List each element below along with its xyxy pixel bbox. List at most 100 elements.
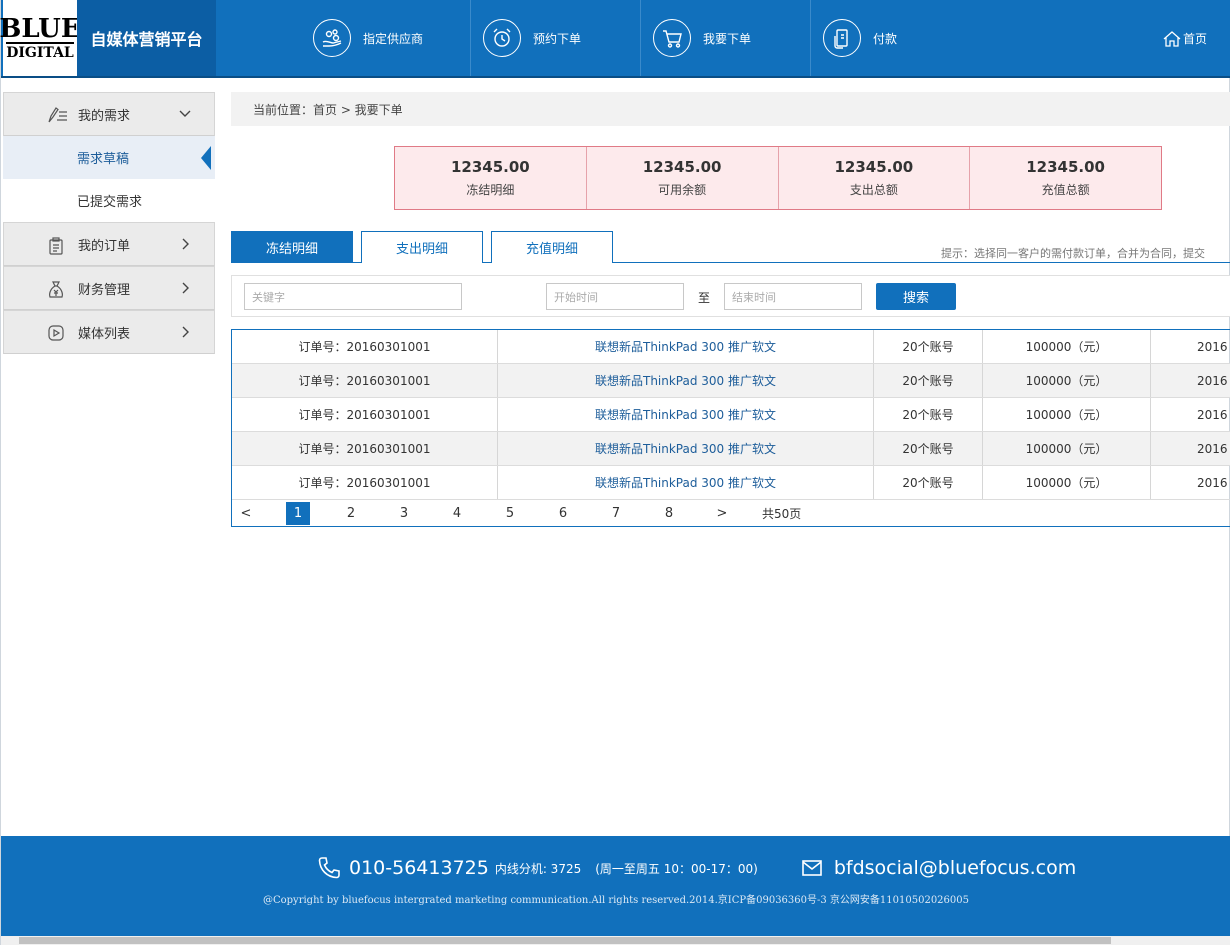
chevron-down-icon [179,110,191,117]
order-amount: 100000（元） [983,398,1151,431]
page-total: 共50页 [762,507,802,521]
detail-tabs: 冻结明细 支出明细 充值明细 提示：选择同一客户的需付款订单，合并为合同，提交 [231,231,1230,263]
filter-bar: 关键字 开始时间 至 结束时间 搜索 [231,275,1230,317]
order-date: 2016 - [1197,373,1230,388]
table-row[interactable]: 订单号：20160301001 联想新品ThinkPad 300 推广软文 20… [232,330,1230,364]
pagination: < 1 2 3 4 5 6 7 8 > 共50页 [232,500,1230,526]
nav-label: 付款 [873,31,898,46]
sidebar-item-drafts[interactable]: 需求草稿 [3,136,215,179]
sidebar-group-finance[interactable]: 财务管理 [3,266,215,310]
order-number: 订单号：20160301001 [232,398,498,431]
brand-title: 自媒体营销平台 [77,0,216,76]
sidebar-group-orders[interactable]: 我的订单 [3,222,215,266]
order-amount: 100000（元） [983,466,1151,499]
account-count: 20个账号 [874,364,983,397]
order-date: 2016 - [1197,475,1230,490]
table-row[interactable]: 订单号：20160301001 联想新品ThinkPad 300 推广软文 20… [232,466,1230,500]
order-amount: 100000（元） [983,330,1151,363]
sidebar-item-submitted[interactable]: 已提交需求 [3,179,215,222]
page-button-8[interactable]: 8 [657,502,681,525]
phone-number: 010-56413725 [349,857,489,879]
logo-line1: BLUE [0,13,81,44]
top-header: BLUE DIGITAL 自媒体营销平台 指定供应商 预约下单 我要下单 付款 … [0,0,1230,78]
stat-recharge: 12345.00 充值总额 [970,147,1161,209]
sidebar-group-label: 媒体列表 [78,326,131,342]
nav-label: 我要下单 [703,31,752,46]
active-indicator [201,146,211,170]
stat-value: 12345.00 [450,158,530,176]
home-link[interactable]: 首页 [1163,30,1207,47]
stat-label: 支出总额 [849,183,898,197]
sidebar-group-needs[interactable]: 我的需求 [3,92,215,136]
horizontal-scrollbar[interactable] [1,936,1230,945]
sidebar-group-media[interactable]: 媒体列表 [3,310,215,354]
account-count: 20个账号 [874,466,983,499]
keyword-input[interactable]: 关键字 [244,283,462,310]
email-address: bfdsocial@bluefocus.com [833,857,1077,879]
phone-extension: 内线分机: 3725 [494,861,582,876]
page-button-1[interactable]: 1 [286,502,310,525]
home-label: 首页 [1182,32,1207,46]
end-date-input[interactable]: 结束时间 [724,283,862,310]
date-range-separator: 至 [698,291,711,305]
tip-text: 提示：选择同一客户的需付款订单，合并为合同，提交 [941,247,1205,260]
contact-line: 010-56413725 内线分机: 3725 (周一至周五 10：00-17：… [317,856,1076,880]
service-hours: (周一至周五 10：00-17：00) [595,861,758,876]
nav-item-payment[interactable]: 付款 [811,0,981,76]
order-number: 订单号：20160301001 [232,364,498,397]
email-contact[interactable]: bfdsocial@bluefocus.com [802,857,1076,879]
order-date: 2016 - [1197,441,1230,456]
chevron-right-icon [182,238,189,250]
sidebar-item-label: 需求草稿 [77,152,130,167]
pen-list-icon [48,107,67,123]
nav-item-reserve[interactable]: 预约下单 [471,0,641,76]
order-amount: 100000（元） [983,364,1151,397]
page-button-7[interactable]: 7 [604,502,628,525]
order-title-link[interactable]: 联想新品ThinkPad 300 推广软文 [498,330,874,363]
scrollbar-thumb[interactable] [19,937,1111,944]
account-count: 20个账号 [874,330,983,363]
cart-icon [653,19,691,57]
order-title-link[interactable]: 联想新品ThinkPad 300 推广软文 [498,432,874,465]
sidebar-item-label: 已提交需求 [77,195,143,210]
orders-table: 订单号：20160301001 联想新品ThinkPad 300 推广软文 20… [231,329,1230,527]
order-title-link[interactable]: 联想新品ThinkPad 300 推广软文 [498,466,874,499]
table-row[interactable]: 订单号：20160301001 联想新品ThinkPad 300 推广软文 20… [232,364,1230,398]
table-row[interactable]: 订单号：20160301001 联想新品ThinkPad 300 推广软文 20… [232,432,1230,466]
stat-available: 12345.00 可用余额 [587,147,779,209]
next-page-button[interactable]: > [710,502,734,525]
stat-label: 冻结明细 [466,183,515,197]
alarm-clock-icon [483,19,521,57]
stat-expense: 12345.00 支出总额 [779,147,971,209]
tab-frozen[interactable]: 冻结明细 [231,231,353,263]
supplier-icon [313,19,351,57]
money-bag-icon [49,281,63,298]
stat-frozen: 12345.00 冻结明细 [395,147,587,209]
page-button-6[interactable]: 6 [551,502,575,525]
logo-line2: DIGITAL [6,41,74,61]
table-row[interactable]: 订单号：20160301001 联想新品ThinkPad 300 推广软文 20… [232,398,1230,432]
stat-value: 12345.00 [642,158,722,176]
search-button[interactable]: 搜索 [876,283,956,310]
order-amount: 100000（元） [983,432,1151,465]
payment-icon [823,19,861,57]
order-date: 2016 - [1197,407,1230,422]
page-button-5[interactable]: 5 [498,502,522,525]
start-date-input[interactable]: 开始时间 [546,283,684,310]
order-number: 订单号：20160301001 [232,432,498,465]
page-button-3[interactable]: 3 [392,502,416,525]
account-count: 20个账号 [874,398,983,431]
order-title-link[interactable]: 联想新品ThinkPad 300 推广软文 [498,364,874,397]
page-button-4[interactable]: 4 [445,502,469,525]
home-icon [1163,30,1181,47]
nav-item-supplier[interactable]: 指定供应商 [301,0,471,76]
tab-recharge[interactable]: 充值明细 [491,231,613,263]
tab-expense[interactable]: 支出明细 [361,231,483,263]
order-title-link[interactable]: 联想新品ThinkPad 300 推广软文 [498,398,874,431]
page-button-2[interactable]: 2 [339,502,363,525]
page: BLUE DIGITAL 自媒体营销平台 指定供应商 预约下单 我要下单 付款 … [0,0,1230,945]
prev-page-button[interactable]: < [234,502,258,525]
chevron-right-icon [182,326,189,338]
logo[interactable]: BLUE DIGITAL [0,0,81,76]
nav-item-order[interactable]: 我要下单 [641,0,811,76]
